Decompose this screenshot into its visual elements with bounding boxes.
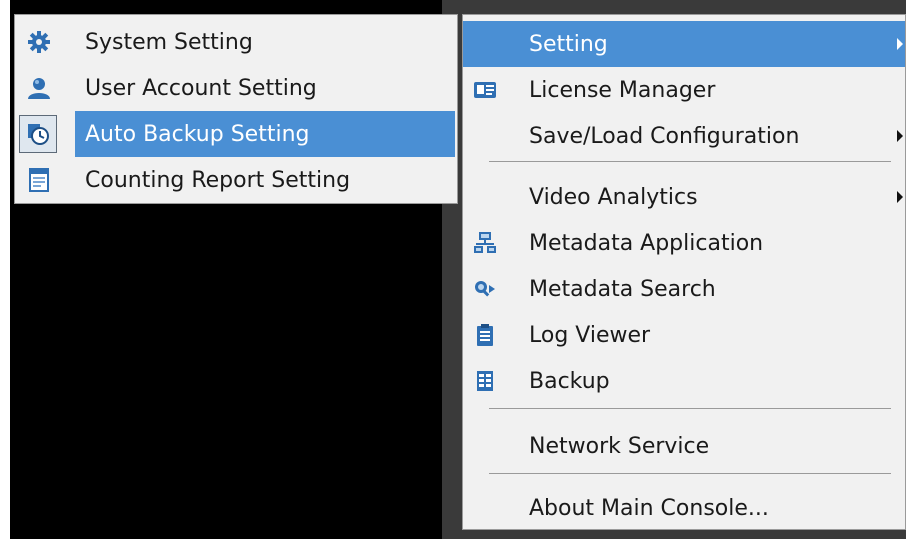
user-icon: [27, 76, 51, 100]
menu-item-label: Setting: [529, 31, 608, 57]
submenu-item-auto-backup-setting[interactable]: Auto Backup Setting: [15, 111, 457, 157]
menu-item-log-viewer[interactable]: Log Viewer: [463, 312, 905, 358]
window-bottom-strip: [462, 530, 906, 539]
submenu-item-counting-report-setting[interactable]: Counting Report Setting: [15, 157, 457, 203]
menu-item-label: Save/Load Configuration: [529, 123, 800, 149]
submenu-arrow-icon: [897, 130, 903, 142]
submenu-arrow-icon: [897, 191, 903, 203]
submenu-item-label: Auto Backup Setting: [85, 121, 310, 147]
report-sheet-icon: [27, 168, 51, 192]
menu-item-label: Video Analytics: [529, 184, 698, 210]
menu-item-label: Metadata Search: [529, 276, 716, 302]
menu-item-metadata-application[interactable]: Metadata Application: [463, 220, 905, 266]
license-card-icon: [473, 78, 497, 102]
main-context-menu: Setting License Manager Save/Load Config…: [462, 14, 906, 530]
magnifier-search-icon: [473, 277, 497, 301]
menu-item-metadata-search[interactable]: Metadata Search: [463, 266, 905, 312]
clipboard-icon: [473, 323, 497, 347]
window-top-strip: [462, 0, 906, 14]
menu-item-setting[interactable]: Setting: [463, 21, 905, 67]
menu-item-backup[interactable]: Backup: [463, 358, 905, 404]
menu-item-label: About Main Console...: [529, 495, 769, 521]
menu-item-label: Metadata Application: [529, 230, 764, 256]
menu-item-license-manager[interactable]: License Manager: [463, 67, 905, 113]
menu-item-label: Network Service: [529, 433, 710, 459]
backup-icon: [473, 369, 497, 393]
menu-separator: [489, 161, 891, 162]
menu-item-about-main-console[interactable]: About Main Console...: [463, 485, 905, 531]
menu-separator: [489, 408, 891, 409]
menu-item-video-analytics[interactable]: Video Analytics: [463, 174, 905, 220]
submenu-item-system-setting[interactable]: System Setting: [15, 19, 457, 65]
submenu-item-label: Counting Report Setting: [85, 167, 351, 193]
clock-backup-icon: [26, 122, 50, 146]
submenu-arrow-icon: [897, 38, 903, 50]
submenu-item-label: System Setting: [85, 29, 253, 55]
menu-item-label: License Manager: [529, 77, 716, 103]
menu-separator: [489, 473, 891, 474]
submenu-item-label: User Account Setting: [85, 75, 317, 101]
gear-icon: [27, 30, 51, 54]
menu-item-label: Log Viewer: [529, 322, 651, 348]
menu-item-network-service[interactable]: Network Service: [463, 423, 905, 469]
network-computers-icon: [473, 231, 497, 255]
menu-item-save-load-configuration[interactable]: Save/Load Configuration: [463, 113, 905, 159]
submenu-item-user-account-setting[interactable]: User Account Setting: [15, 65, 457, 111]
setting-submenu: System Setting User Account Setting Auto…: [14, 14, 458, 204]
menu-item-label: Backup: [529, 368, 610, 394]
